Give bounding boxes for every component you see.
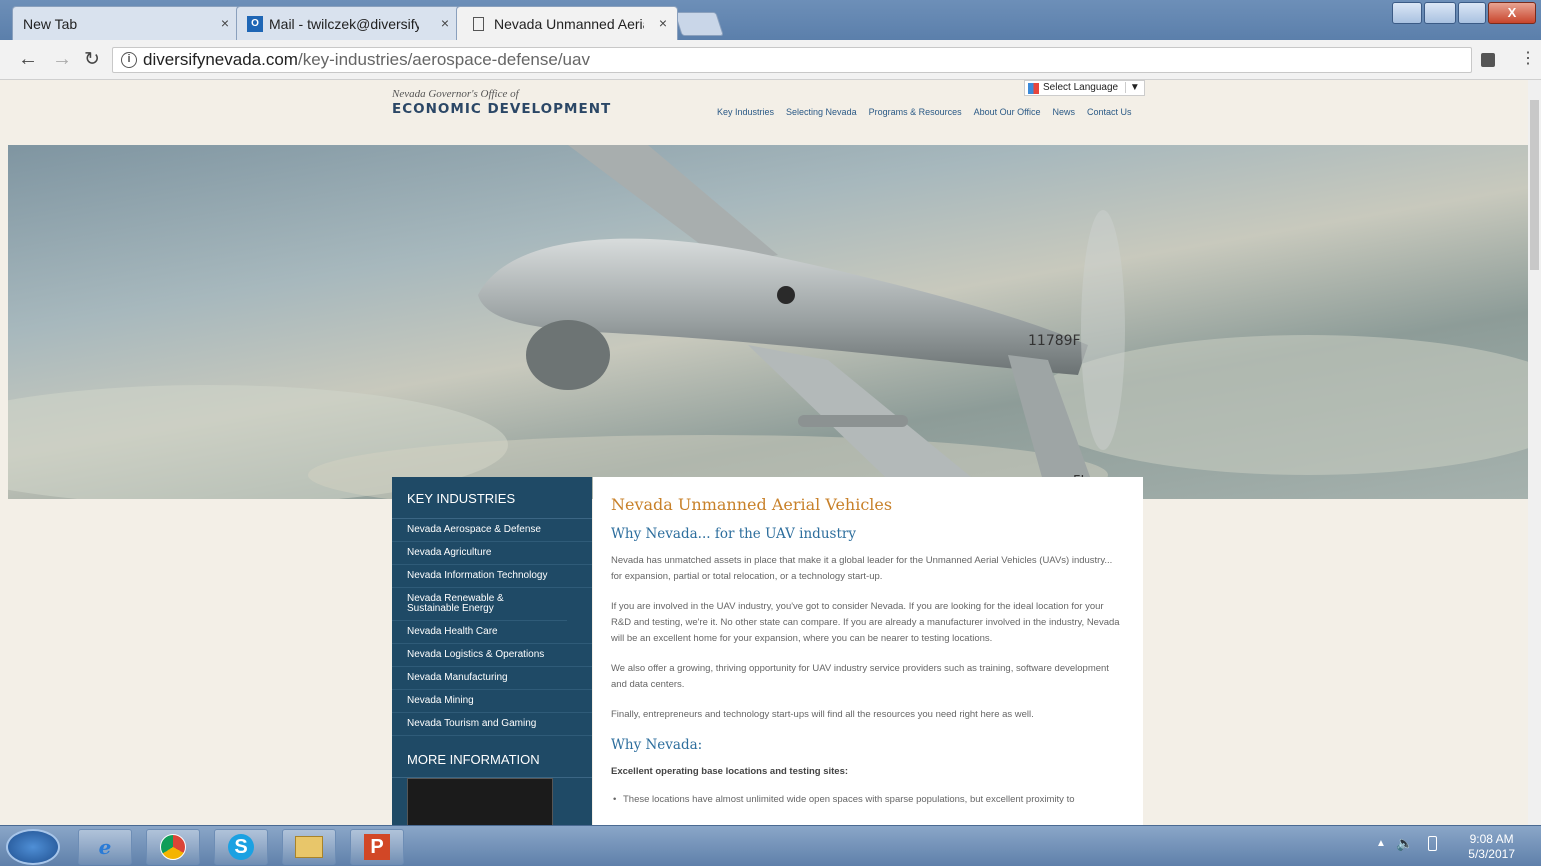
battery-icon[interactable] (1428, 836, 1437, 851)
tab-new-tab[interactable]: New Tab × (12, 6, 240, 40)
url-path: /key-industries/aerospace-defense/uav (297, 50, 590, 69)
page-icon (473, 16, 484, 31)
outlook-icon: O (247, 15, 263, 32)
scrollbar-thumb[interactable] (1530, 100, 1539, 270)
why-nevada-heading: Why Nevada: (611, 737, 703, 753)
volume-muted-icon[interactable]: 🔈 (1396, 835, 1413, 852)
sidebar-item-manufacturing[interactable]: Nevada Manufacturing (392, 667, 592, 690)
page-title: Nevada Unmanned Aerial Vehicles (611, 495, 893, 514)
more-information-section: MORE INFORMATION (392, 736, 592, 825)
sidebar-title: KEY INDUSTRIES (392, 477, 592, 519)
tab-label: Nevada Unmanned Aeria (494, 15, 644, 32)
language-select[interactable]: Select Language ▼ (1024, 80, 1145, 96)
tray-arrow-icon[interactable]: ▲ (1376, 838, 1386, 849)
sidebar-item-renewable-energy[interactable]: Nevada Renewable & Sustainable Energy (392, 588, 567, 621)
reload-icon[interactable]: ↻ (84, 48, 100, 71)
hero-drone-image: 11789F FL (8, 145, 1528, 499)
nav-contact-us[interactable]: Contact Us (1087, 107, 1132, 117)
benefits-list: These locations have almost unlimited wi… (611, 792, 1125, 808)
forward-icon[interactable]: → (52, 48, 72, 71)
address-bar[interactable]: i diversifynevada.com/key-industries/aer… (112, 47, 1472, 73)
nav-selecting-nevada[interactable]: Selecting Nevada (786, 107, 857, 117)
file-explorer-icon[interactable] (282, 829, 336, 865)
site-header: Nevada Governor's Office of ECONOMIC DEV… (0, 80, 1528, 146)
web-page: Nevada Governor's Office of ECONOMIC DEV… (0, 80, 1528, 825)
new-tab-button[interactable] (674, 12, 724, 36)
clock-time: 9:08 AM (1469, 832, 1514, 846)
browser-titlebar: New Tab × O Mail - twilczek@diversify × … (0, 0, 1541, 40)
logo-tagline[interactable]: Nevada Governor's Office of (392, 88, 519, 100)
sidebar-item-health-care[interactable]: Nevada Health Care (392, 621, 592, 644)
sidebar-item-information-technology[interactable]: Nevada Information Technology (392, 565, 592, 588)
main-content: Nevada Unmanned Aerial Vehicles Why Neva… (593, 477, 1143, 825)
drone-illustration: 11789F FL (8, 145, 1528, 499)
sidebar: KEY INDUSTRIES Nevada Aerospace & Defens… (392, 477, 592, 825)
back-icon[interactable]: ← (18, 48, 38, 71)
google-translate-icon (1028, 83, 1039, 94)
tab-nevada-uav[interactable]: Nevada Unmanned Aeria × (456, 6, 678, 40)
paragraph-intro: Nevada has unmatched assets in place tha… (611, 555, 1113, 582)
paragraph-service-providers: We also offer a growing, thriving opport… (611, 663, 1109, 690)
maximize-icon[interactable] (1458, 2, 1486, 24)
main-nav: Key Industries Selecting Nevada Programs… (717, 107, 1132, 117)
drone-tail-number: 11789F (1028, 333, 1081, 349)
menu-icon[interactable]: ⋮ (1520, 48, 1536, 68)
close-icon[interactable]: × (441, 15, 449, 31)
chrome-icon[interactable] (146, 829, 200, 865)
profile-icon[interactable] (1392, 2, 1422, 24)
logo-title[interactable]: ECONOMIC DEVELOPMENT (392, 101, 611, 117)
paragraph-entrepreneurs: Finally, entrepreneurs and technology st… (611, 709, 1034, 720)
tab-label: Mail - twilczek@diversify (269, 15, 419, 32)
sidebar-item-tourism-gaming[interactable]: Nevada Tourism and Gaming (392, 713, 592, 736)
page-scrollbar[interactable] (1528, 80, 1541, 825)
window-close-icon[interactable]: X (1488, 2, 1536, 24)
tab-label: New Tab (23, 15, 78, 32)
close-icon[interactable]: × (221, 15, 229, 31)
minimize-icon[interactable] (1424, 2, 1456, 24)
language-select-label: Select Language (1043, 82, 1119, 93)
url-host: diversifynevada.com (143, 50, 298, 69)
more-information-video[interactable] (407, 778, 553, 825)
nav-key-industries[interactable]: Key Industries (717, 107, 774, 117)
extension-icon[interactable] (1481, 53, 1495, 67)
nav-programs-resources[interactable]: Programs & Resources (869, 107, 962, 117)
sidebar-item-mining[interactable]: Nevada Mining (392, 690, 592, 713)
paragraph-consider: If you are involved in the UAV industry,… (611, 601, 1120, 644)
sidebar-item-logistics-operations[interactable]: Nevada Logistics & Operations (392, 644, 592, 667)
testing-sites-heading: Excellent operating base locations and t… (611, 766, 849, 777)
sidebar-item-agriculture[interactable]: Nevada Agriculture (392, 542, 592, 565)
info-icon[interactable]: i (121, 52, 137, 68)
close-icon[interactable]: × (659, 15, 667, 31)
section-subtitle: Why Nevada... for the UAV industry (611, 526, 856, 542)
skype-icon[interactable]: S (214, 829, 268, 865)
internet-explorer-icon[interactable]: e (78, 829, 132, 865)
sidebar-item-aerospace-defense[interactable]: Nevada Aerospace & Defense (392, 519, 592, 542)
windows-taskbar: e S P ▲ 🔈 9:08 AM 5/3/2017 (0, 825, 1541, 866)
clock-date: 5/3/2017 (1468, 847, 1515, 861)
system-clock[interactable]: 9:08 AM 5/3/2017 (1468, 832, 1515, 862)
dropdown-arrow-icon: ▼ (1124, 82, 1140, 93)
start-button[interactable] (6, 829, 60, 865)
powerpoint-icon[interactable]: P (350, 829, 404, 865)
list-item: These locations have almost unlimited wi… (611, 792, 1125, 808)
nav-news[interactable]: News (1053, 107, 1076, 117)
emblem-icon (777, 286, 795, 304)
tab-mail[interactable]: O Mail - twilczek@diversify × (236, 6, 460, 40)
nav-about-our-office[interactable]: About Our Office (974, 107, 1041, 117)
more-information-title: MORE INFORMATION (392, 736, 592, 778)
